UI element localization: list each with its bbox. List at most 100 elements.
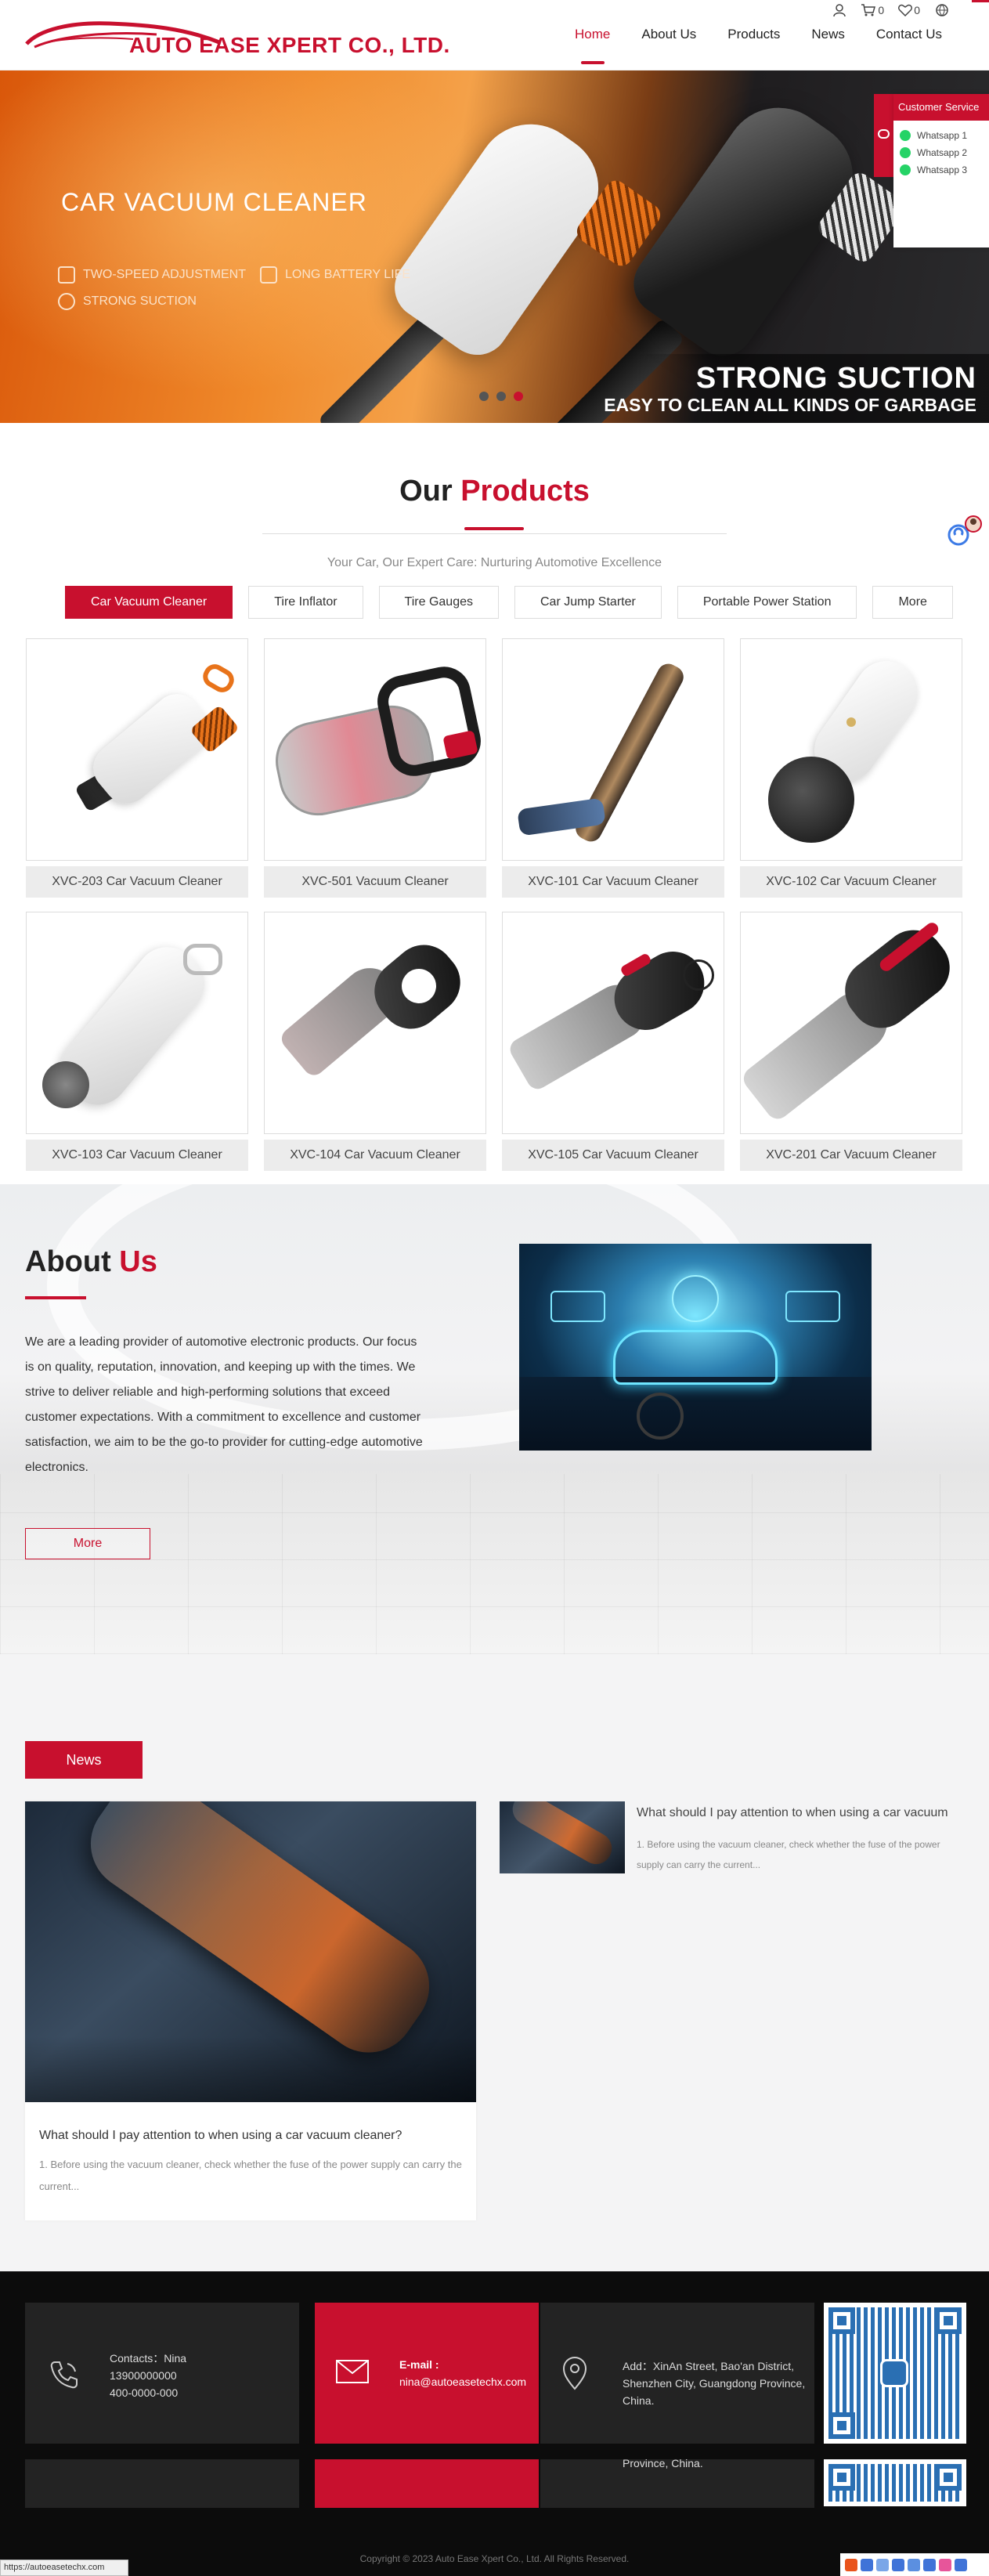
heading-accent: Products — [460, 475, 590, 508]
tab-car-vacuum[interactable]: Car Vacuum Cleaner — [65, 586, 233, 619]
heading-accent: Us — [119, 1245, 157, 1278]
divider — [262, 533, 727, 534]
heading-underline — [464, 527, 524, 530]
feature-two-speed: TWO-SPEED ADJUSTMENT — [58, 266, 246, 284]
nav-news[interactable]: News — [796, 27, 861, 53]
toolbox-icon[interactable] — [955, 2558, 967, 2571]
product-name[interactable]: XVC-501 Vacuum Cleaner — [264, 866, 486, 898]
wechat-qr-code-duplicate — [824, 2459, 966, 2506]
about-heading: About Us — [25, 1245, 157, 1279]
news-side-summary: 1. Before using the vacuum cleaner, chec… — [637, 1839, 940, 1870]
nav-contact[interactable]: Contact Us — [861, 27, 958, 53]
whatsapp-icon — [900, 164, 911, 175]
sogou-icon[interactable] — [845, 2558, 857, 2571]
nav-about[interactable]: About Us — [626, 27, 712, 53]
status-bar-url: https://autoeasetechx.com — [0, 2560, 128, 2576]
customer-service-panel: Customer Service Whatsapp 1 Whatsapp 2 W… — [893, 94, 989, 247]
product-image[interactable] — [26, 638, 248, 861]
product-card[interactable]: XVC-104 Car Vacuum Cleaner — [264, 912, 486, 1171]
slide-dot-2[interactable] — [496, 392, 506, 401]
product-card[interactable]: XVC-501 Vacuum Cleaner — [264, 638, 486, 898]
whatsapp-link-3[interactable]: Whatsapp 3 — [893, 161, 989, 179]
heart-icon — [898, 4, 913, 16]
banner-subheadline: EASY TO CLEAN ALL KINDS OF GARBAGE — [604, 395, 976, 415]
user-icon[interactable] — [832, 3, 846, 17]
about-image — [519, 1244, 872, 1451]
whatsapp-link-1[interactable]: Whatsapp 1 — [893, 127, 989, 144]
tab-power-station[interactable]: Portable Power Station — [677, 586, 857, 619]
about-more-button[interactable]: More — [25, 1528, 150, 1559]
products-subtitle: Your Car, Our Expert Care: Nurturing Aut… — [327, 556, 662, 569]
banner-title: CAR VACUUM CLEANER — [61, 188, 367, 216]
product-card[interactable]: XVC-203 Car Vacuum Cleaner — [26, 638, 248, 898]
lang-icon[interactable] — [861, 2558, 873, 2571]
product-name[interactable]: XVC-201 Car Vacuum Cleaner — [740, 1140, 962, 1171]
whatsapp-link-2[interactable]: Whatsapp 2 — [893, 144, 989, 161]
product-image[interactable] — [502, 912, 724, 1134]
footer-phone-1[interactable]: 13900000000 — [110, 2367, 177, 2384]
product-image[interactable] — [264, 912, 486, 1134]
news-main-image[interactable] — [25, 1801, 476, 2102]
product-card[interactable]: XVC-103 Car Vacuum Cleaner — [26, 912, 248, 1171]
microphone-icon[interactable] — [892, 2558, 904, 2571]
product-card[interactable]: XVC-102 Car Vacuum Cleaner — [740, 638, 962, 898]
chat-bubble-icon — [878, 129, 890, 139]
feature-label: LONG BATTERY LIFE — [285, 268, 411, 281]
ime-toolbar — [840, 2553, 989, 2576]
product-image[interactable] — [264, 638, 486, 861]
header-utilities: 0 0 — [832, 3, 950, 17]
product-image[interactable] — [740, 638, 962, 861]
tab-tire-gauges[interactable]: Tire Gauges — [378, 586, 499, 619]
product-name[interactable]: XVC-104 Car Vacuum Cleaner — [264, 1140, 486, 1171]
hero-banner[interactable]: CAR VACUUM CLEANER TWO-SPEED ADJUSTMENT … — [0, 70, 989, 423]
tab-tire-inflator[interactable]: Tire Inflator — [248, 586, 363, 619]
footer-email[interactable]: nina@autoeasetechx.com — [399, 2373, 526, 2390]
tab-more[interactable]: More — [872, 586, 953, 619]
product-card[interactable]: XVC-101 Car Vacuum Cleaner — [502, 638, 724, 898]
product-card[interactable]: XVC-201 Car Vacuum Cleaner — [740, 912, 962, 1171]
whatsapp-label: Whatsapp 3 — [917, 164, 968, 175]
top-accent-line — [972, 0, 989, 2]
cart-button[interactable]: 0 — [861, 3, 884, 17]
feature-label: TWO-SPEED ADJUSTMENT — [83, 268, 247, 281]
product-name[interactable]: XVC-101 Car Vacuum Cleaner — [502, 866, 724, 898]
whatsapp-icon — [900, 147, 911, 158]
tab-jump-starter[interactable]: Car Jump Starter — [514, 586, 662, 619]
news-main-title[interactable]: What should I pay attention to when usin… — [39, 2129, 402, 2143]
product-image[interactable] — [740, 912, 962, 1134]
feature-suction: STRONG SUCTION — [58, 293, 197, 310]
site-header: AUTO EASE XPERT CO., LTD. 0 0 Home About… — [0, 0, 989, 70]
footer-contact-name: Contacts：Nina — [110, 2352, 187, 2365]
banner-headline: STRONG SUCTION — [695, 362, 976, 395]
product-name[interactable]: XVC-103 Car Vacuum Cleaner — [26, 1140, 248, 1171]
footer-address: Add：XinAn Street, Bao'an District, Shenz… — [623, 2360, 806, 2407]
emoji-icon[interactable] — [939, 2558, 951, 2571]
news-badge: News — [25, 1741, 143, 1779]
news-main-card[interactable]: What should I pay attention to when usin… — [25, 1801, 476, 2220]
wishlist-button[interactable]: 0 — [898, 4, 920, 16]
nav-products[interactable]: Products — [712, 27, 796, 53]
news-side-title[interactable]: What should I pay attention to when usin… — [637, 1806, 948, 1820]
footer-address-tail: Province, China. — [623, 2457, 703, 2469]
product-image[interactable] — [26, 912, 248, 1134]
product-name[interactable]: XVC-102 Car Vacuum Cleaner — [740, 866, 962, 898]
product-name[interactable]: XVC-203 Car Vacuum Cleaner — [26, 866, 248, 898]
floating-chat-button[interactable] — [944, 513, 984, 552]
slide-dot-3[interactable] — [514, 392, 523, 401]
footer-phone-2[interactable]: 400-0000-000 — [110, 2384, 178, 2401]
product-image[interactable] — [502, 638, 724, 861]
language-globe-icon[interactable] — [934, 3, 950, 17]
about-description: We are a leading provider of automotive … — [25, 1335, 423, 1474]
nav-home[interactable]: Home — [559, 27, 626, 53]
punctuation-icon[interactable] — [876, 2558, 889, 2571]
cart-icon — [861, 4, 876, 16]
product-name[interactable]: XVC-105 Car Vacuum Cleaner — [502, 1140, 724, 1171]
cart-count: 0 — [878, 4, 885, 16]
fan-icon — [58, 293, 75, 310]
skin-icon[interactable] — [923, 2558, 936, 2571]
whatsapp-label: Whatsapp 2 — [917, 147, 968, 158]
product-card[interactable]: XVC-105 Car Vacuum Cleaner — [502, 912, 724, 1171]
slide-dot-1[interactable] — [479, 392, 489, 401]
news-side-image[interactable] — [500, 1801, 625, 1873]
keyboard-icon[interactable] — [908, 2558, 920, 2571]
